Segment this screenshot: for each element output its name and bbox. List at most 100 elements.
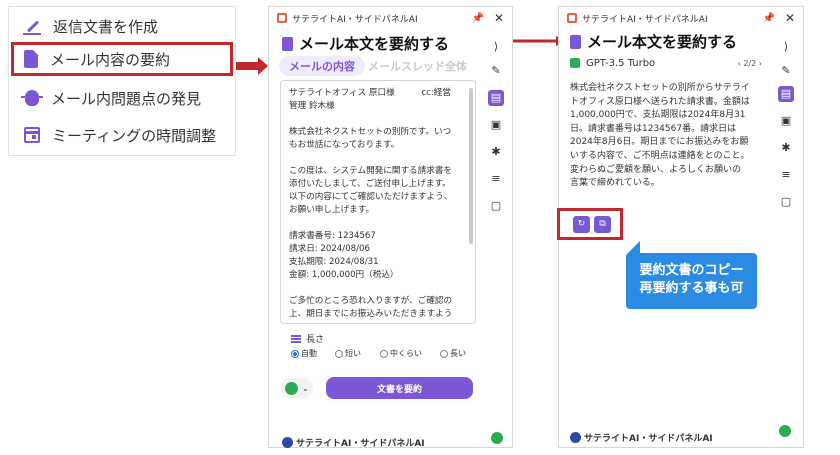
assistant-icon[interactable]: [779, 425, 791, 437]
summary-line: 1,000,000円で、支払期限は2024年8月31: [570, 110, 746, 121]
email-line: [289, 152, 467, 165]
email-line: 請求書番号: 1234567: [289, 231, 376, 241]
radio-length-long[interactable]: 長い: [440, 348, 466, 359]
textarea-scrollbar[interactable]: [469, 88, 473, 244]
length-label: 長さ: [291, 332, 324, 345]
email-line: 以下の内容にてご確認いただけますよう、: [289, 192, 453, 202]
panel-titlebar: サテライトAI・サイドパネルAI 📌 ✕: [269, 7, 512, 29]
document-icon[interactable]: ▤: [488, 90, 504, 106]
email-line: 金額: 1,000,000円（税込）: [289, 270, 399, 280]
model-icon: [570, 58, 580, 68]
model-icon: [285, 381, 298, 395]
tab-mail-content[interactable]: メールの内容: [279, 56, 365, 76]
collapse-icon[interactable]: ⟩: [488, 39, 504, 55]
list-icon[interactable]: ≡: [778, 167, 794, 183]
radio-dot: [291, 349, 299, 358]
heading-text: メール本文を要約する: [299, 35, 450, 53]
window-title: サテライトAI・サイドパネルAI: [582, 14, 708, 25]
email-body-textarea[interactable]: cc:経営 サテライトオフィス 原口様 管理 鈴木様 株式会社ネクストセットの別…: [280, 80, 476, 324]
length-label-text: 長さ: [306, 335, 325, 345]
summary-line: 株式会社ネクストセットの別所からサテライ: [570, 83, 750, 93]
app-logo-icon: [277, 13, 287, 23]
file-icon[interactable]: ▣: [488, 117, 504, 133]
panel2-footer: サテライトAI・サイドパネルAI: [570, 431, 713, 444]
email-line: この度は、システム開発に関する請求書を: [289, 166, 453, 176]
summary-line: 2024年8月6日。期日までにお振込みをお願: [570, 137, 749, 148]
radio-dot: [380, 349, 388, 358]
calendar-icon[interactable]: ▢: [488, 198, 504, 214]
document-icon: [570, 34, 581, 49]
document-icon: [282, 36, 293, 51]
pen-icon[interactable]: ✎: [778, 63, 794, 79]
brand-logo-icon: [282, 437, 293, 448]
model-row: GPT-3.5 Turbo ‹ 2/2 ›: [570, 56, 762, 70]
radio-length-medium[interactable]: 中くらい: [380, 348, 422, 359]
email-line: 支払期限: 2024/08/31: [289, 257, 379, 267]
pin-icon[interactable]: 📌: [763, 13, 775, 24]
email-line: 管理 鈴木様: [289, 101, 335, 111]
copy-regenerate-highlight: [557, 208, 623, 240]
email-line: [289, 113, 467, 126]
pin-icon[interactable]: 📌: [472, 13, 484, 24]
email-line: [289, 282, 467, 295]
heading-text: メール本文を要約する: [587, 33, 738, 51]
email-line: ご多忙のところ恐れ入りますが、ご確認の: [289, 296, 453, 306]
list-icon[interactable]: ≡: [488, 171, 504, 187]
email-line: 上、期日までにお振込みいただきますよう: [289, 309, 453, 319]
radio-dot: [335, 349, 343, 358]
summary-text: 株式会社ネクストセットの別所からサテライ トオフィス原口様へ送られた請求書。金額…: [570, 82, 766, 191]
model-selector[interactable]: ⌄: [281, 378, 313, 398]
document-icon[interactable]: ▤: [778, 86, 794, 102]
bug-icon[interactable]: ✱: [778, 140, 794, 156]
result-pager[interactable]: ‹ 2/2 ›: [738, 59, 762, 68]
arrow-to-panel1: [236, 57, 268, 75]
brand-logo-icon: [570, 432, 581, 443]
radio-label: 短い: [345, 349, 361, 358]
radio-length-auto[interactable]: 自動: [291, 348, 317, 359]
panel1-rail: ⟩ ✎ ▤ ▣ ✱ ≡ ▢: [484, 36, 508, 226]
radio-dot: [440, 349, 448, 358]
panel2-rail: ⟩ ✎ ▤ ▣ ✱ ≡ ▢: [774, 36, 798, 226]
radio-label: 自動: [301, 349, 317, 358]
tab-mail-thread[interactable]: メールスレッド全体: [368, 58, 467, 74]
summary-line: 日。請求書番号は1234567番。請求日は: [570, 123, 737, 134]
copy-button[interactable]: ⧉: [594, 216, 611, 233]
email-line: 請求日: 2024/08/06: [289, 244, 370, 254]
email-line: [289, 217, 467, 230]
footer-text: サテライトAI・サイドパネルAI: [584, 434, 713, 444]
panel1-heading: メール本文を要約する: [282, 33, 449, 54]
chevron-down-icon: ⌄: [302, 383, 309, 393]
file-icon[interactable]: ▣: [778, 113, 794, 129]
assistant-icon[interactable]: [491, 432, 503, 444]
calendar-icon[interactable]: ▢: [778, 194, 794, 210]
summary-line: 言葉で締めれている。: [570, 178, 660, 189]
email-cc: cc:経営: [421, 88, 451, 98]
summary-line: 変わらぬご愛顧を願い、よろしくお願いの: [570, 164, 742, 175]
regenerate-button[interactable]: ↻: [573, 216, 590, 233]
callout-line: 要約文書のコピー: [639, 263, 744, 278]
app-logo-icon: [567, 13, 577, 23]
email-line: お願い申し上げます。: [289, 205, 375, 215]
bug-icon[interactable]: ✱: [488, 144, 504, 160]
model-name: GPT-3.5 Turbo: [586, 57, 656, 69]
email-line: 株式会社ネクストセットの別所です。いつ: [289, 127, 452, 137]
pen-icon[interactable]: ✎: [488, 63, 504, 79]
summary-line: いする内容で、ご不明点は連絡をとのこと。: [570, 150, 750, 161]
close-icon[interactable]: ✕: [494, 11, 504, 25]
radio-label: 中くらい: [390, 349, 422, 358]
callout-box: 要約文書のコピー 再要約する事も可: [626, 253, 757, 309]
panel-titlebar: サテライトAI・サイドパネルAI 📌 ✕: [559, 7, 803, 29]
panel2-heading: メール本文を要約する: [570, 31, 737, 52]
radio-label: 長い: [450, 349, 466, 358]
radio-length-short[interactable]: 短い: [335, 348, 361, 359]
callout-line: 再要約する事も可: [639, 281, 744, 296]
lines-icon: [291, 334, 301, 343]
email-line: 添付いたしまして、ご送付申し上げます。: [289, 179, 451, 189]
close-icon[interactable]: ✕: [785, 11, 795, 25]
email-line: もお世話になっております。: [289, 140, 400, 150]
collapse-icon[interactable]: ⟩: [778, 39, 794, 55]
panel1-footer: サテライトAI・サイドパネルAI: [282, 436, 425, 449]
window-title: サテライトAI・サイドパネルAI: [292, 14, 418, 25]
footer-text: サテライトAI・サイドパネルAI: [296, 439, 425, 449]
summarize-button[interactable]: 文書を要約: [326, 377, 473, 399]
